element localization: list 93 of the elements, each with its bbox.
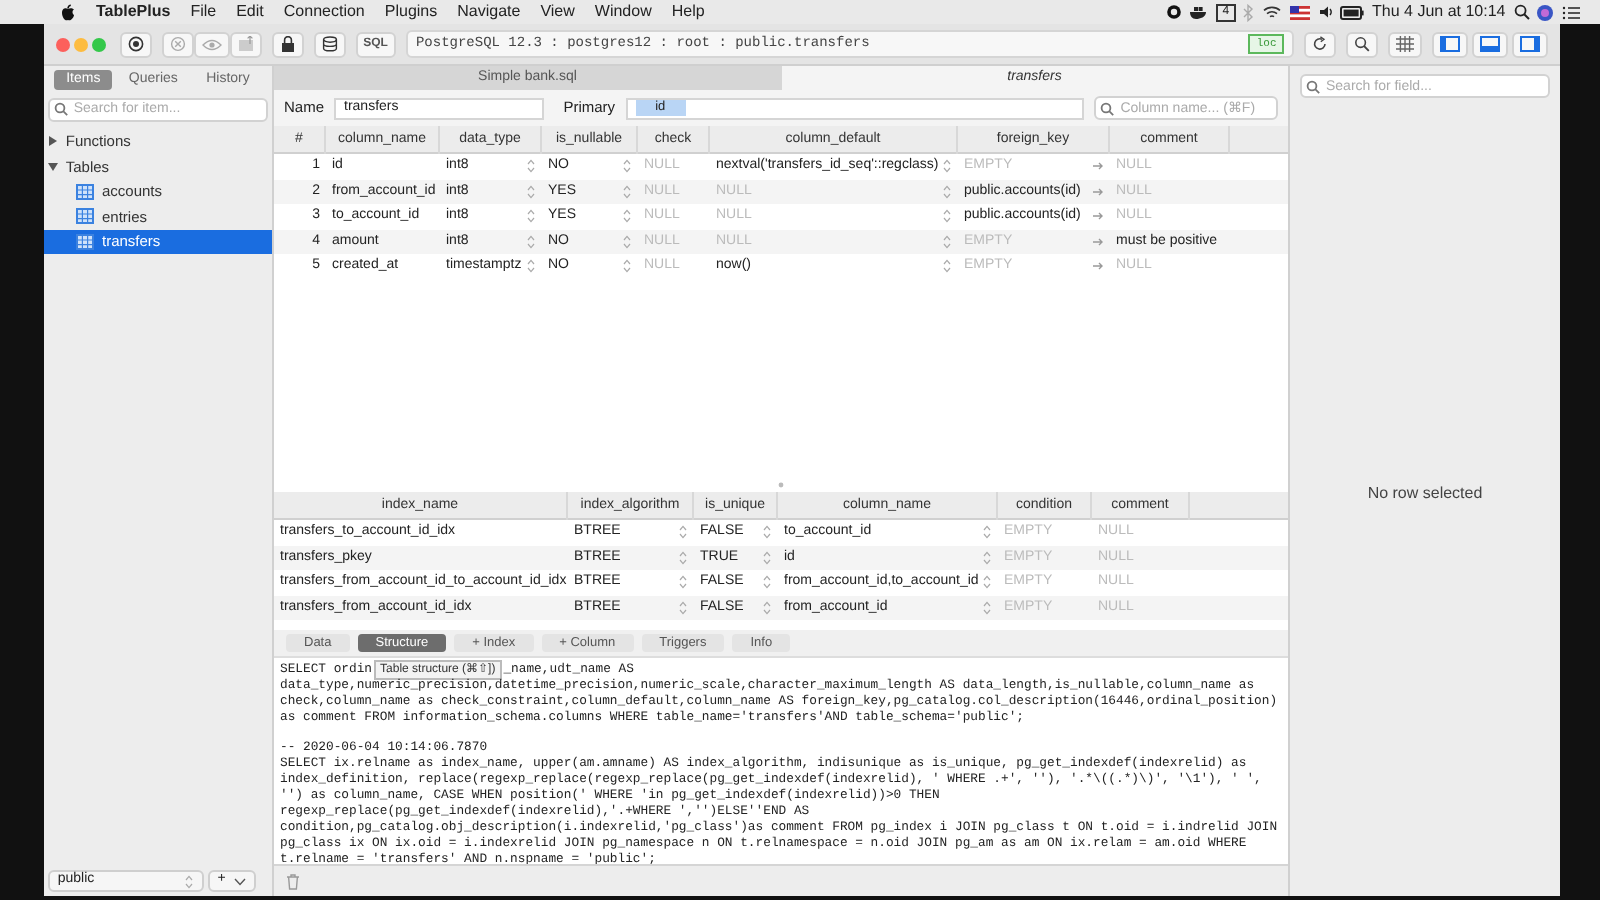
arrow-icon[interactable]: [1092, 235, 1104, 248]
stepper-icon[interactable]: [622, 233, 632, 250]
stepper-icon[interactable]: [762, 549, 772, 566]
stepper-icon[interactable]: [526, 233, 536, 250]
grid-icon: [1396, 36, 1415, 52]
menu-item[interactable]: Plugins: [384, 0, 438, 24]
stepper-icon[interactable]: [942, 233, 952, 250]
minimize-button[interactable]: [73, 37, 88, 51]
cancel-button[interactable]: [161, 31, 194, 57]
database-button[interactable]: [313, 31, 346, 57]
bluetooth-icon[interactable]: [1242, 3, 1255, 21]
stepper-icon[interactable]: [622, 258, 632, 275]
menu-item[interactable]: File: [190, 0, 217, 24]
stepper-icon[interactable]: [982, 549, 992, 566]
menu-item[interactable]: View: [540, 0, 575, 24]
bottom-panel-icon: [1480, 36, 1501, 52]
arrow-icon[interactable]: [1092, 185, 1104, 198]
stepper-icon[interactable]: [982, 574, 992, 591]
wifi-icon[interactable]: [1262, 4, 1283, 20]
stepper-icon[interactable]: [678, 524, 688, 541]
preview-icon: [201, 37, 222, 51]
stepper-icon[interactable]: [762, 574, 772, 591]
table-icon: [76, 183, 94, 200]
flag-icon[interactable]: [1289, 5, 1310, 19]
expanded-caret-icon[interactable]: [47, 161, 58, 172]
arrow-icon[interactable]: [1092, 210, 1104, 223]
right-panel-icon: [1520, 36, 1540, 52]
record-icon: [127, 36, 144, 52]
cancel-icon: [169, 36, 186, 52]
stepper-icon[interactable]: [526, 208, 536, 225]
menu-item[interactable]: Connection: [283, 0, 365, 24]
zoom-button[interactable]: [91, 37, 106, 51]
whale-icon[interactable]: [1188, 4, 1209, 20]
database-icon: [321, 36, 338, 52]
search-button[interactable]: [1346, 31, 1379, 57]
assistant-icon[interactable]: [1536, 3, 1555, 21]
battery-icon[interactable]: [1340, 5, 1365, 19]
menu-item[interactable]: Edit: [236, 0, 264, 24]
commit-icon: [237, 36, 254, 52]
resize-handle-icon[interactable]: [778, 482, 784, 489]
stepper-icon[interactable]: [942, 158, 952, 175]
record-button[interactable]: [119, 31, 152, 57]
stepper-icon[interactable]: [942, 183, 952, 200]
preview-button[interactable]: [193, 31, 230, 57]
stepper-icon[interactable]: [678, 574, 688, 591]
stepper-icon[interactable]: [762, 524, 772, 541]
stepper-icon[interactable]: [942, 208, 952, 225]
collapsed-caret-icon[interactable]: [47, 136, 58, 147]
menu-item[interactable]: Window: [594, 0, 652, 24]
lock-icon: [279, 36, 296, 52]
commit-button[interactable]: [229, 31, 262, 57]
left-panel-icon: [1440, 36, 1461, 52]
stepper-icon[interactable]: [622, 158, 632, 175]
menu-item[interactable]: Help: [671, 0, 705, 24]
bottom-panel-button[interactable]: [1472, 31, 1509, 57]
empty-state-text: No row selected: [1367, 481, 1483, 505]
table-icon: [76, 233, 94, 250]
grid-button[interactable]: [1388, 31, 1423, 57]
stepper-icon[interactable]: [762, 599, 772, 616]
stepper-icon: [183, 873, 194, 890]
search-icon: [1354, 36, 1371, 52]
trash-icon[interactable]: [286, 873, 300, 889]
app-menu[interactable]: TablePlus: [96, 0, 171, 24]
caret-icon: [233, 877, 246, 886]
stepper-icon[interactable]: [526, 183, 536, 200]
speaker-icon[interactable]: [1317, 4, 1334, 20]
right-panel-button[interactable]: [1512, 31, 1548, 57]
status-circle-icon[interactable]: [1165, 4, 1182, 20]
arrow-icon[interactable]: [1092, 260, 1104, 273]
table-icon: [76, 208, 94, 225]
search-icon: [53, 102, 68, 117]
left-panel-button[interactable]: [1432, 31, 1469, 57]
stepper-icon[interactable]: [622, 183, 632, 200]
stepper-icon[interactable]: [526, 158, 536, 175]
close-button[interactable]: [56, 37, 70, 51]
search-icon: [1100, 101, 1115, 115]
stepper-icon[interactable]: [942, 258, 952, 275]
reload-icon: [1312, 36, 1329, 52]
clock-text[interactable]: Thu 4 Jun at 10:14: [1372, 0, 1506, 24]
search-icon: [1306, 79, 1320, 93]
apple-icon[interactable]: [60, 3, 76, 21]
stepper-icon[interactable]: [982, 599, 992, 616]
stepper-icon[interactable]: [678, 599, 688, 616]
stepper-icon[interactable]: [622, 208, 632, 225]
stepper-icon[interactable]: [526, 258, 536, 275]
menu-item[interactable]: Navigate: [457, 0, 521, 24]
reload-button[interactable]: [1304, 31, 1337, 57]
stepper-icon[interactable]: [982, 524, 992, 541]
search-icon[interactable]: [1513, 4, 1529, 20]
stepper-icon[interactable]: [678, 549, 688, 566]
list-icon[interactable]: [1562, 5, 1580, 19]
lock-button[interactable]: [271, 31, 304, 57]
arrow-icon[interactable]: [1092, 160, 1104, 173]
